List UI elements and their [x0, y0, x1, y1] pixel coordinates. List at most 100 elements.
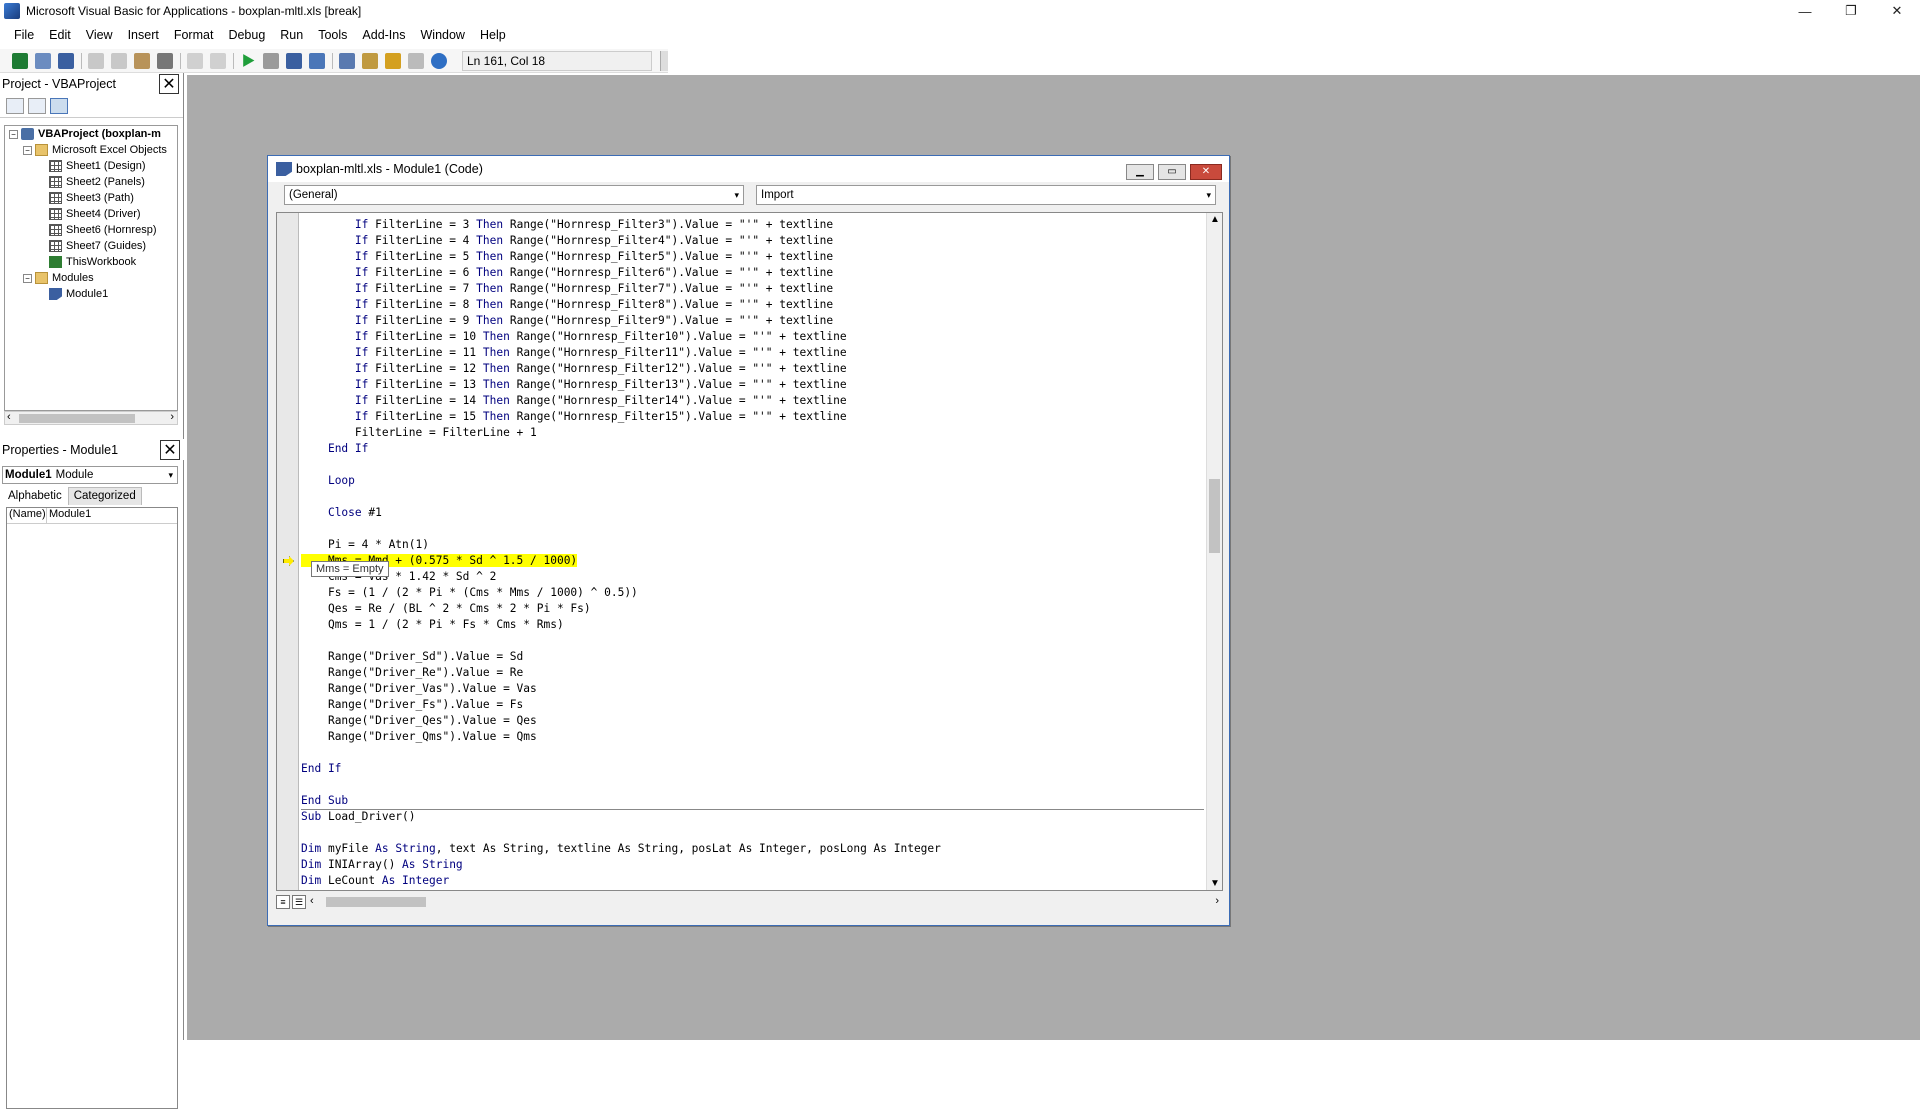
code-line[interactable]: Sub Load_Driver(): [301, 809, 1204, 825]
code-line[interactable]: Loop: [301, 473, 1204, 489]
code-line[interactable]: Close #1: [301, 505, 1204, 521]
tree-item[interactable]: ThisWorkbook: [5, 254, 177, 270]
code-text[interactable]: If FilterLine = 3 Then Range("Hornresp_F…: [301, 217, 1204, 889]
code-line[interactable]: If FilterLine = 15 Then Range("Hornresp_…: [301, 409, 1204, 425]
tree-item[interactable]: Sheet2 (Panels): [5, 174, 177, 190]
toggle-folders-icon[interactable]: [50, 97, 68, 114]
scroll-thumb[interactable]: [19, 414, 135, 423]
menu-edit[interactable]: Edit: [49, 28, 71, 42]
menu-help[interactable]: Help: [480, 28, 506, 42]
toolbar-overflow-grip[interactable]: [660, 51, 668, 71]
code-line[interactable]: [301, 633, 1204, 649]
menu-run[interactable]: Run: [280, 28, 303, 42]
save-icon[interactable]: [58, 52, 74, 69]
properties-object-select[interactable]: Module1 Module ▾: [2, 466, 178, 484]
code-line[interactable]: Pi = 4 * Atn(1): [301, 537, 1204, 553]
code-line[interactable]: If FilterLine = 12 Then Range("Hornresp_…: [301, 361, 1204, 377]
scroll-thumb[interactable]: [1209, 479, 1220, 553]
code-line[interactable]: If FilterLine = 7 Then Range("Hornresp_F…: [301, 281, 1204, 297]
code-close-button[interactable]: ✕: [1190, 164, 1222, 180]
code-line[interactable]: Dim LeCount As Integer: [301, 873, 1204, 889]
code-line[interactable]: [301, 745, 1204, 761]
code-line[interactable]: Cms = Vas * 1.42 * Sd ^ 2: [301, 569, 1204, 585]
tree-item[interactable]: Sheet7 (Guides): [5, 238, 177, 254]
code-maximize-button[interactable]: ▭: [1158, 164, 1186, 180]
object-browser-icon[interactable]: [385, 52, 401, 69]
code-line[interactable]: Range("Driver_Re").Value = Re: [301, 665, 1204, 681]
find-icon[interactable]: [157, 52, 173, 69]
scroll-thumb[interactable]: [326, 897, 426, 907]
menu-view[interactable]: View: [86, 28, 113, 42]
scroll-right-icon[interactable]: ›: [1215, 895, 1219, 907]
chevron-down-icon[interactable]: ▾: [1206, 190, 1211, 201]
properties-close-icon[interactable]: ✕: [160, 439, 180, 460]
code-line[interactable]: If FilterLine = 6 Then Range("Hornresp_F…: [301, 265, 1204, 281]
code-line[interactable]: End If: [301, 761, 1204, 777]
property-value[interactable]: Module1: [47, 508, 91, 523]
code-line[interactable]: Range("Driver_Sd").Value = Sd: [301, 649, 1204, 665]
menu-file[interactable]: File: [14, 28, 34, 42]
undo-icon[interactable]: [187, 52, 203, 69]
project-tree-hscroll[interactable]: ‹ ›: [4, 411, 178, 425]
code-line[interactable]: Qms = 1 / (2 * Pi * Fs * Cms * Rms): [301, 617, 1204, 633]
code-line[interactable]: Dim INIArray() As String: [301, 857, 1204, 873]
tree-toggle-icon[interactable]: −: [23, 145, 32, 155]
tab-alphabetic[interactable]: Alphabetic: [2, 487, 68, 505]
code-line[interactable]: If FilterLine = 14 Then Range("Hornresp_…: [301, 393, 1204, 409]
insert-module-icon[interactable]: [35, 52, 51, 69]
close-button[interactable]: ✕: [1874, 0, 1920, 22]
code-line[interactable]: [301, 489, 1204, 505]
scroll-left-icon[interactable]: ‹: [7, 411, 11, 423]
properties-window-icon[interactable]: [362, 52, 378, 69]
menu-tools[interactable]: Tools: [318, 28, 347, 42]
cut-icon[interactable]: [88, 52, 104, 69]
code-line[interactable]: If FilterLine = 10 Then Range("Hornresp_…: [301, 329, 1204, 345]
code-line[interactable]: [301, 825, 1204, 841]
minimize-button[interactable]: —: [1782, 0, 1828, 22]
code-line[interactable]: Qes = Re / (BL ^ 2 * Cms * 2 * Pi * Fs): [301, 601, 1204, 617]
tab-categorized[interactable]: Categorized: [67, 487, 142, 505]
tree-toggle-icon[interactable]: −: [23, 273, 32, 283]
code-line[interactable]: Range("Driver_Vas").Value = Vas: [301, 681, 1204, 697]
tree-item[interactable]: − Microsoft Excel Objects: [5, 142, 177, 158]
code-line[interactable]: [301, 521, 1204, 537]
breakpoint-margin[interactable]: [277, 213, 299, 890]
run-icon[interactable]: [243, 54, 255, 67]
code-line[interactable]: Mms = Mmd + (0.575 * Sd ^ 1.5 / 1000): [301, 553, 1204, 569]
code-line[interactable]: If FilterLine = 13 Then Range("Hornresp_…: [301, 377, 1204, 393]
project-explorer-icon[interactable]: [339, 52, 355, 69]
chevron-down-icon[interactable]: ▾: [734, 190, 739, 201]
menu-add-ins[interactable]: Add-Ins: [362, 28, 405, 42]
tree-item[interactable]: Sheet1 (Design): [5, 158, 177, 174]
view-excel-icon[interactable]: [12, 52, 28, 69]
redo-icon[interactable]: [210, 52, 226, 69]
menu-insert[interactable]: Insert: [128, 28, 159, 42]
code-line[interactable]: If FilterLine = 5 Then Range("Hornresp_F…: [301, 249, 1204, 265]
code-line[interactable]: Range("Driver_Qms").Value = Qms: [301, 729, 1204, 745]
code-line[interactable]: End If: [301, 441, 1204, 457]
code-vscroll[interactable]: ▲ ▼: [1206, 213, 1222, 890]
copy-icon[interactable]: [111, 52, 127, 69]
code-line[interactable]: If FilterLine = 3 Then Range("Hornresp_F…: [301, 217, 1204, 233]
tree-toggle-icon[interactable]: −: [9, 129, 18, 139]
view-code-icon[interactable]: [6, 97, 24, 114]
chevron-down-icon[interactable]: ▾: [168, 470, 173, 481]
tree-item[interactable]: Module1: [5, 286, 177, 302]
code-minimize-button[interactable]: ▁: [1126, 164, 1154, 180]
menu-format[interactable]: Format: [174, 28, 214, 42]
code-line[interactable]: Range("Driver_Fs").Value = Fs: [301, 697, 1204, 713]
code-line[interactable]: [301, 457, 1204, 473]
paste-icon[interactable]: [134, 52, 150, 69]
scroll-left-icon[interactable]: ‹: [310, 895, 314, 907]
tree-item[interactable]: − VBAProject (boxplan-m: [5, 126, 177, 142]
code-line[interactable]: Range("Driver_Qes").Value = Qes: [301, 713, 1204, 729]
code-hscroll[interactable]: ‹ ›: [308, 894, 1223, 910]
scroll-down-icon[interactable]: ▼: [1210, 878, 1220, 889]
code-line[interactable]: If FilterLine = 9 Then Range("Hornresp_F…: [301, 313, 1204, 329]
object-combo[interactable]: (General) ▾: [284, 185, 744, 205]
code-line[interactable]: End Sub: [301, 793, 1204, 809]
design-mode-icon[interactable]: [309, 52, 325, 69]
code-editor[interactable]: If FilterLine = 3 Then Range("Hornresp_F…: [276, 212, 1223, 891]
code-line[interactable]: FilterLine = FilterLine + 1: [301, 425, 1204, 441]
code-line[interactable]: Fs = (1 / (2 * Pi * (Cms * Mms / 1000) ^…: [301, 585, 1204, 601]
